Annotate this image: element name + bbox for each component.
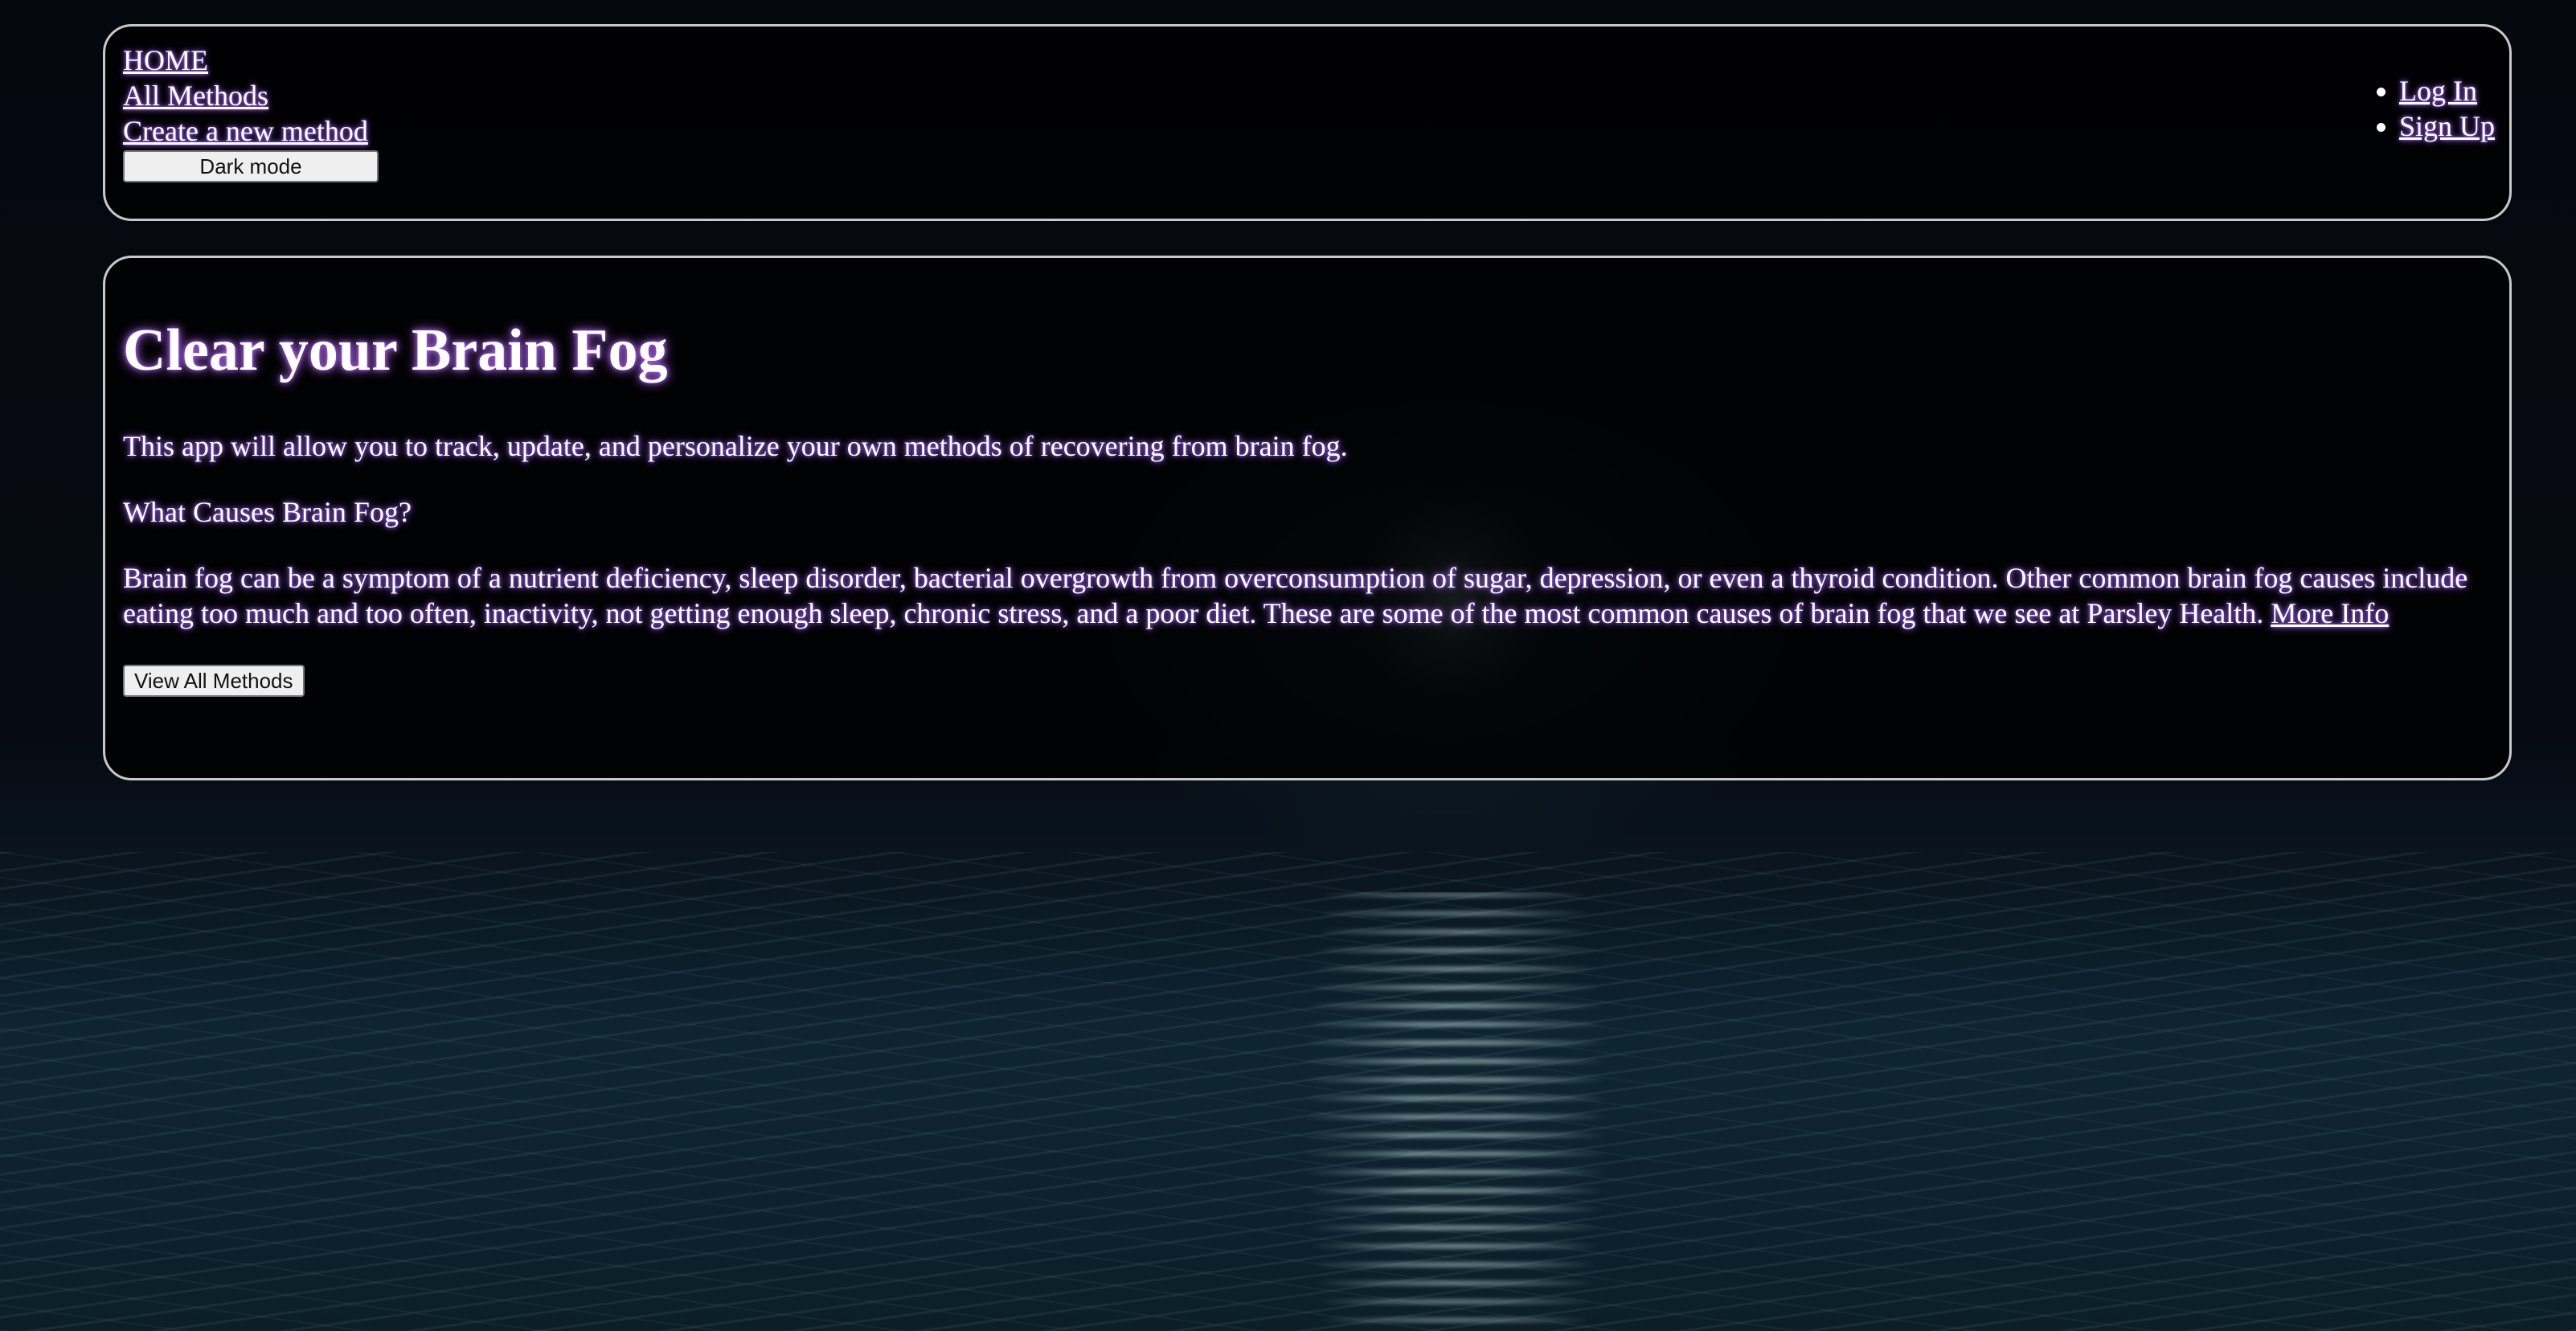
- nav-link-all-methods[interactable]: All Methods: [123, 78, 379, 113]
- background-moon-reflection: [1302, 892, 1607, 1331]
- auth-item-login: Log In: [2399, 73, 2495, 109]
- view-all-methods-button[interactable]: View All Methods: [123, 665, 305, 697]
- auth-item-signup: Sign Up: [2399, 109, 2495, 144]
- page-title: Clear your Brain Fog: [123, 317, 668, 383]
- main-content-panel: Clear your Brain Fog This app will allow…: [103, 256, 2512, 780]
- login-link[interactable]: Log In: [2399, 75, 2477, 107]
- subheading: What Causes Brain Fog?: [123, 496, 412, 528]
- intro-text: This app will allow you to track, update…: [123, 430, 1348, 462]
- more-info-link[interactable]: More Info: [2271, 597, 2389, 629]
- navbar: HOME All Methods Create a new method Dar…: [103, 24, 2512, 221]
- nav-link-home[interactable]: HOME: [123, 43, 379, 78]
- background-water: [0, 852, 2576, 1331]
- signup-link[interactable]: Sign Up: [2399, 110, 2495, 142]
- main-content: Clear your Brain Fog This app will allow…: [123, 314, 2477, 697]
- body-text: Brain fog can be a symptom of a nutrient…: [123, 560, 2477, 631]
- auth-links: Log In Sign Up: [2370, 73, 2495, 144]
- body-text-content: Brain fog can be a symptom of a nutrient…: [123, 562, 2468, 629]
- nav-link-create-method[interactable]: Create a new method: [123, 113, 379, 149]
- nav-left-group: HOME All Methods Create a new method Dar…: [123, 43, 379, 182]
- dark-mode-button[interactable]: Dark mode: [123, 150, 379, 182]
